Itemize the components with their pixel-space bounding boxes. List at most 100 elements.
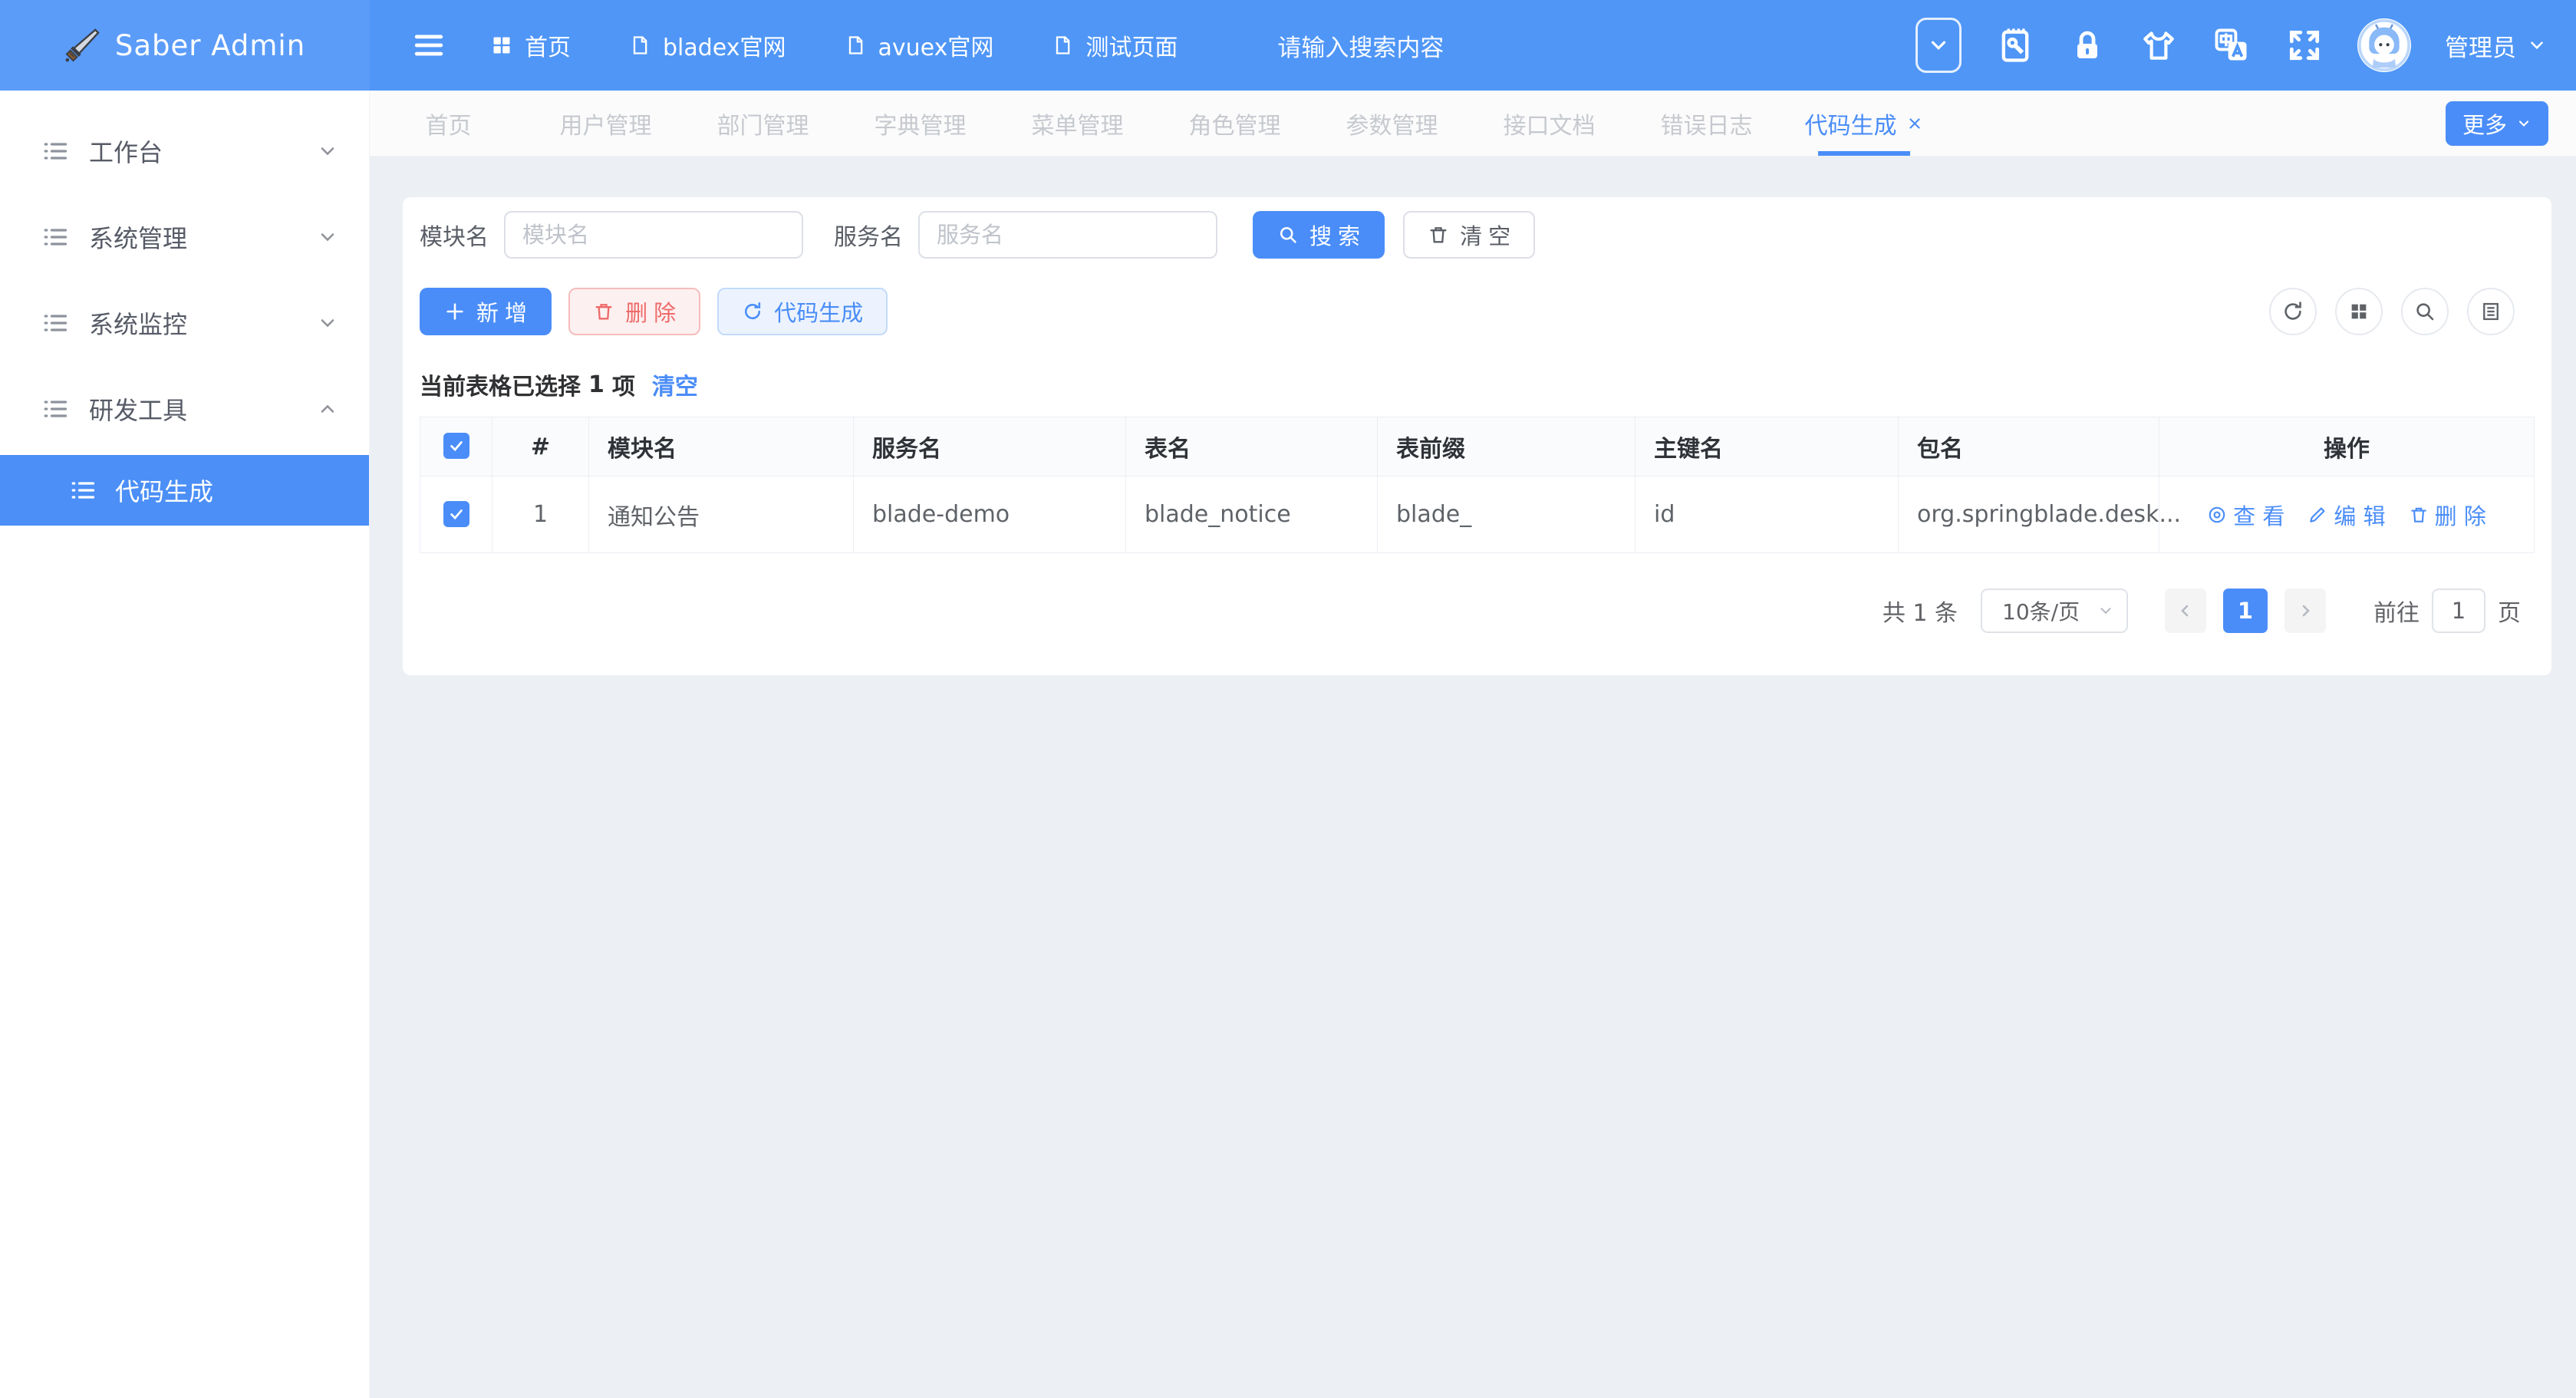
main-content: 模块名 服务名 搜 索 清 空 新 增 bbox=[370, 157, 2576, 1398]
cell-module: 通知公告 bbox=[589, 476, 854, 553]
table-header-row: # 模块名 服务名 表名 表前缀 主键名 包名 操作 bbox=[420, 417, 2535, 476]
select-all-checkbox[interactable] bbox=[443, 433, 469, 459]
nav-label: 首页 bbox=[525, 28, 571, 62]
nav-item-home[interactable]: 首页 bbox=[491, 28, 571, 62]
page-size-select[interactable]: 10条/页 bbox=[1981, 589, 2128, 633]
column-header-actions: 操作 bbox=[2159, 417, 2535, 476]
debug-tool-icon[interactable] bbox=[1995, 25, 2035, 65]
nav-item-avuex[interactable]: avuex官网 bbox=[845, 28, 994, 62]
tab-param-management[interactable]: 参数管理 bbox=[1313, 91, 1471, 156]
search-toggle-icon[interactable] bbox=[2401, 288, 2449, 335]
selection-summary: 当前表格已选择 1 项 清空 bbox=[403, 335, 2551, 401]
table-row[interactable]: 1 通知公告 blade-demo blade_notice blade_ id… bbox=[420, 476, 2535, 553]
grid-view-icon[interactable] bbox=[2335, 288, 2383, 335]
sidebar-item-system-monitor[interactable]: 系统监控 bbox=[0, 280, 369, 366]
list-icon bbox=[69, 476, 97, 504]
sidebar-item-system-management[interactable]: 系统管理 bbox=[0, 194, 369, 280]
tab-api-docs[interactable]: 接口文档 bbox=[1471, 91, 1628, 156]
selection-count: 1 bbox=[588, 371, 604, 398]
language-icon[interactable] bbox=[2212, 25, 2252, 65]
document-icon bbox=[1052, 35, 1073, 56]
tab-code-generation[interactable]: 代码生成 bbox=[1785, 91, 1942, 156]
sidebar-item-workbench[interactable]: 工作台 bbox=[0, 108, 369, 194]
selection-suffix: 项 bbox=[612, 368, 635, 401]
column-header-pk: 主键名 bbox=[1636, 417, 1899, 476]
close-icon[interactable] bbox=[1906, 115, 1923, 132]
add-button[interactable]: 新 增 bbox=[420, 288, 552, 335]
sidebar-item-code-generation[interactable]: 代码生成 bbox=[0, 455, 369, 526]
nav-label: avuex官网 bbox=[878, 28, 994, 62]
tab-label: 首页 bbox=[426, 107, 472, 140]
column-header-prefix: 表前缀 bbox=[1378, 417, 1636, 476]
pencil-icon bbox=[2308, 505, 2327, 525]
top-dropdown-button[interactable] bbox=[1916, 18, 1962, 73]
plus-icon bbox=[444, 301, 466, 322]
prev-page-button[interactable] bbox=[2165, 589, 2206, 633]
goto-label: 前往 bbox=[2373, 594, 2420, 628]
tab-user-management[interactable]: 用户管理 bbox=[527, 91, 684, 156]
clear-selection-link[interactable]: 清空 bbox=[652, 368, 698, 401]
search-button[interactable]: 搜 索 bbox=[1253, 211, 1385, 259]
tab-label: 用户管理 bbox=[560, 107, 652, 140]
clear-button-label: 清 空 bbox=[1460, 219, 1510, 251]
code-generate-button[interactable]: 代码生成 bbox=[717, 288, 888, 335]
edit-link[interactable]: 编 辑 bbox=[2308, 499, 2385, 531]
brand-title: Saber Admin bbox=[115, 29, 305, 62]
row-actions: 查 看 编 辑 bbox=[2178, 499, 2515, 531]
tab-label: 部门管理 bbox=[717, 107, 809, 140]
module-name-input[interactable] bbox=[504, 211, 803, 259]
fullscreen-icon[interactable] bbox=[2285, 26, 2324, 64]
nav-item-bladex[interactable]: bladex官网 bbox=[629, 28, 786, 62]
cell-index: 1 bbox=[492, 476, 589, 553]
tab-label: 代码生成 bbox=[1805, 107, 1897, 140]
data-table: # 模块名 服务名 表名 表前缀 主键名 包名 操作 bbox=[420, 417, 2535, 553]
column-header-index: # bbox=[492, 417, 589, 476]
row-checkbox[interactable] bbox=[443, 501, 469, 527]
service-name-input[interactable] bbox=[918, 211, 1217, 259]
tab-menu-management[interactable]: 菜单管理 bbox=[999, 91, 1156, 156]
cell-package: org.springblade.desk... bbox=[1899, 476, 2159, 553]
global-search-input[interactable]: 请输入搜索内容 bbox=[1277, 28, 1599, 63]
page-number-1[interactable]: 1 bbox=[2223, 589, 2268, 633]
nav-label: 测试页面 bbox=[1085, 28, 1178, 62]
check-icon bbox=[448, 506, 465, 523]
tab-dept-management[interactable]: 部门管理 bbox=[684, 91, 842, 156]
tab-dict-management[interactable]: 字典管理 bbox=[842, 91, 999, 156]
theme-icon[interactable] bbox=[2140, 26, 2178, 64]
sidebar-item-dev-tools[interactable]: 研发工具 bbox=[0, 366, 369, 452]
user-avatar[interactable] bbox=[2357, 18, 2411, 72]
nav-item-test-page[interactable]: 测试页面 bbox=[1052, 28, 1178, 62]
view-link[interactable]: 查 看 bbox=[2207, 499, 2284, 531]
column-header-module: 模块名 bbox=[589, 417, 854, 476]
column-header-table: 表名 bbox=[1126, 417, 1378, 476]
tab-label: 参数管理 bbox=[1346, 107, 1438, 140]
table-toolbar: 新 增 删 除 代码生成 bbox=[403, 259, 2551, 335]
search-button-label: 搜 索 bbox=[1309, 219, 1360, 251]
tab-home[interactable]: 首页 bbox=[370, 91, 527, 156]
delete-button[interactable]: 删 除 bbox=[568, 288, 700, 335]
list-icon bbox=[41, 395, 69, 423]
check-icon bbox=[448, 437, 465, 454]
clear-filters-button[interactable]: 清 空 bbox=[1403, 211, 1535, 259]
collapse-menu-icon[interactable] bbox=[407, 25, 451, 65]
selection-prefix: 当前表格已选择 bbox=[420, 368, 581, 401]
tab-role-management[interactable]: 角色管理 bbox=[1156, 91, 1313, 156]
username: 管理员 bbox=[2445, 28, 2516, 63]
chevron-down-icon bbox=[2516, 116, 2532, 131]
refresh-icon[interactable] bbox=[2269, 288, 2317, 335]
document-icon bbox=[629, 35, 651, 56]
trash-icon bbox=[2409, 505, 2429, 525]
tab-bar: 首页 用户管理 部门管理 字典管理 菜单管理 角色管理 参数管理 接口文档 错误… bbox=[370, 91, 2576, 157]
goto-page-input[interactable] bbox=[2432, 589, 2485, 633]
column-settings-icon[interactable] bbox=[2467, 288, 2515, 335]
next-page-button[interactable] bbox=[2284, 589, 2326, 633]
header-actions: 管理员 bbox=[1916, 18, 2576, 73]
delete-link[interactable]: 删 除 bbox=[2409, 499, 2486, 531]
tab-error-log[interactable]: 错误日志 bbox=[1628, 91, 1785, 156]
lock-icon[interactable] bbox=[2069, 27, 2106, 64]
delete-label: 删 除 bbox=[2435, 499, 2486, 531]
more-tabs-button[interactable]: 更多 bbox=[2446, 101, 2548, 146]
page-size-value: 10条/页 bbox=[2002, 595, 2097, 626]
content-card: 模块名 服务名 搜 索 清 空 新 增 bbox=[403, 197, 2551, 675]
user-menu[interactable]: 管理员 bbox=[2445, 28, 2547, 63]
